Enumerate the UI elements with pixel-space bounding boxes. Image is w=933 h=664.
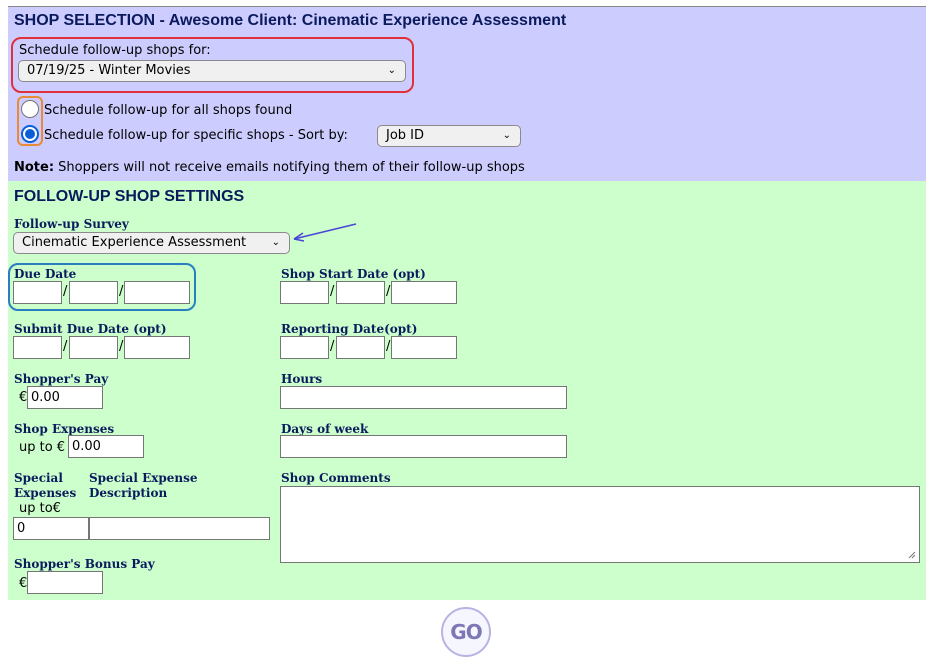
note-bold: Note: — [14, 160, 55, 175]
hours-input[interactable] — [280, 386, 567, 409]
note-body: Shoppers will not receive emails notifyi… — [54, 160, 525, 175]
radio-all-label: Schedule follow-up for all shops found — [44, 103, 293, 118]
bonus-label: Shopper's Bonus Pay — [14, 557, 155, 571]
shop-selection-title: SHOP SELECTION - Awesome Client: Cinemat… — [14, 12, 567, 29]
chevron-down-icon: ⌄ — [271, 237, 280, 248]
radio-specific-label: Schedule follow-up for specific shops - … — [44, 128, 348, 143]
due-date-day[interactable] — [69, 281, 118, 304]
reporting-month[interactable] — [280, 336, 329, 359]
chevron-down-icon: ⌄ — [502, 130, 511, 141]
reporting-year[interactable] — [391, 336, 457, 359]
schedule-for-value: 07/19/25 - Winter Movies — [27, 63, 191, 78]
annotation-arrow-icon — [293, 223, 357, 242]
submit-due-month[interactable] — [13, 336, 62, 359]
survey-select[interactable]: Cinematic Experience Assessment ⌄ — [13, 232, 290, 254]
submit-due-year[interactable] — [124, 336, 190, 359]
shop-start-month[interactable] — [280, 281, 329, 304]
schedule-for-select[interactable]: 07/19/25 - Winter Movies ⌄ — [18, 60, 406, 82]
special-expense-input[interactable]: 0 — [13, 517, 89, 540]
sort-by-select[interactable]: Job ID ⌄ — [377, 125, 521, 147]
resize-grip-icon[interactable] — [907, 550, 916, 559]
note-text: Note: Shoppers will not receive emails n… — [14, 160, 525, 175]
special-desc-label-1: Special Expense — [89, 471, 198, 485]
expenses-prefix: up to € — [19, 440, 66, 455]
comments-textarea[interactable] — [280, 486, 920, 563]
special-label-3: up to€ — [19, 501, 61, 516]
shop-start-label: Shop Start Date (opt) — [281, 267, 426, 281]
shop-start-day[interactable] — [336, 281, 385, 304]
due-date-month[interactable] — [13, 281, 62, 304]
reporting-label: Reporting Date(opt) — [281, 322, 418, 336]
special-expense-description-input[interactable] — [89, 517, 270, 540]
due-date-label: Due Date — [14, 267, 77, 281]
go-button[interactable]: GO — [441, 607, 491, 657]
radio-specific-shops[interactable] — [21, 125, 39, 143]
sort-by-value: Job ID — [386, 128, 425, 143]
submit-due-label: Submit Due Date (opt) — [14, 322, 167, 336]
due-date-year[interactable] — [124, 281, 190, 304]
pay-input[interactable]: 0.00 — [27, 386, 103, 409]
days-input[interactable] — [280, 435, 567, 458]
special-label-2: Expenses — [14, 486, 77, 500]
submit-due-day[interactable] — [69, 336, 118, 359]
reporting-day[interactable] — [336, 336, 385, 359]
hours-label: Hours — [281, 372, 323, 386]
comments-label: Shop Comments — [281, 471, 391, 485]
bonus-input[interactable] — [27, 571, 103, 594]
radio-all-shops[interactable] — [21, 100, 39, 118]
shop-selection-panel — [8, 7, 926, 181]
pay-label: Shopper's Pay — [14, 372, 109, 386]
special-desc-label-2: Description — [89, 486, 168, 500]
special-label-1: Special — [14, 471, 63, 485]
shop-start-year[interactable] — [391, 281, 457, 304]
go-button-icon: GO — [450, 620, 482, 644]
expenses-input[interactable]: 0.00 — [68, 435, 144, 458]
chevron-down-icon: ⌄ — [387, 65, 396, 76]
survey-value: Cinematic Experience Assessment — [22, 235, 247, 250]
schedule-label: Schedule follow-up shops for: — [19, 43, 211, 58]
survey-label: Follow-up Survey — [14, 217, 129, 231]
follow-up-settings-title: FOLLOW-UP SHOP SETTINGS — [14, 188, 245, 205]
